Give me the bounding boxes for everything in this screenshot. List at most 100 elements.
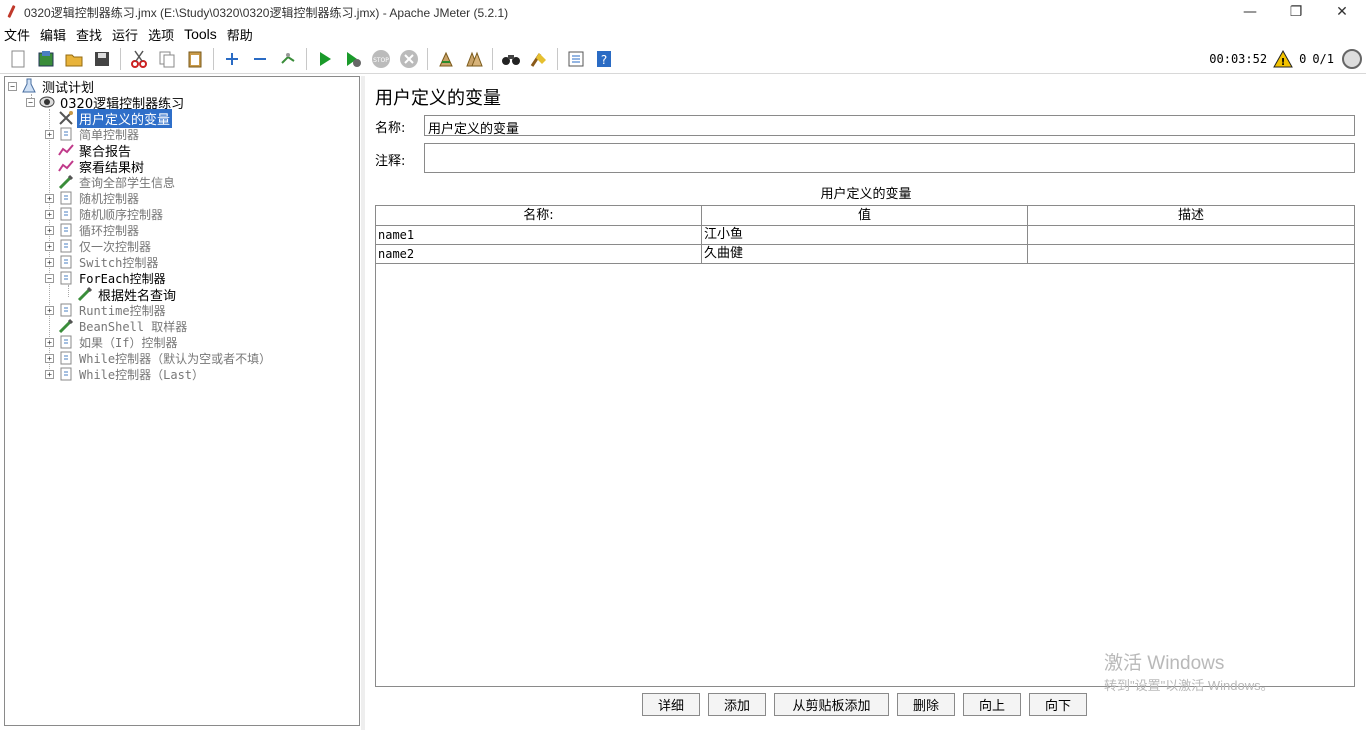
move-down-button[interactable]: 向下 (1029, 693, 1087, 716)
menu-edit[interactable]: 编辑 (40, 25, 66, 44)
tree-item-loop-controller[interactable]: + 循环控制器 (45, 222, 141, 238)
maximize-button[interactable]: ❐ (1273, 0, 1319, 24)
tree-item-query-by-name[interactable]: 根据姓名查询 (77, 286, 178, 304)
sampler-pipette-icon (58, 318, 74, 334)
start-icon[interactable] (314, 48, 336, 70)
controller-icon (58, 270, 74, 286)
table-row[interactable]: name2 久曲健 (376, 245, 1354, 264)
expand-toggle[interactable]: + (45, 129, 54, 139)
collapse-toggle[interactable]: − (45, 273, 54, 283)
expand-toggle[interactable]: + (45, 369, 54, 379)
tree-item-if-controller[interactable]: + 如果（If）控制器 (45, 334, 179, 350)
menu-run[interactable]: 运行 (112, 25, 138, 44)
save-icon[interactable] (91, 48, 113, 70)
panel-splitter[interactable] (361, 76, 365, 730)
controller-icon (58, 222, 74, 238)
start-no-pauses-icon[interactable] (342, 48, 364, 70)
clear-icon[interactable] (435, 48, 457, 70)
tree-item-switch-controller[interactable]: + Switch控制器 (45, 254, 160, 270)
shutdown-icon (398, 48, 420, 70)
tree-item-while-controller-last[interactable]: + While控制器（Last） (45, 366, 206, 382)
test-plan-icon (21, 78, 37, 94)
tree-item-random-controller[interactable]: + 随机控制器 (45, 190, 141, 206)
expand-toggle[interactable]: + (45, 305, 54, 315)
function-helper-icon[interactable] (565, 48, 587, 70)
cell-description[interactable] (1028, 226, 1354, 245)
tree-item-view-results-tree[interactable]: 察看结果树 (58, 158, 146, 176)
collapse-toggle[interactable]: − (8, 81, 17, 91)
toolbar: STOP ? 00:03:52 ! 0 0/1 (0, 44, 1366, 74)
controller-icon (58, 350, 74, 366)
expand-toggle[interactable]: + (45, 225, 54, 235)
paste-icon[interactable] (184, 48, 206, 70)
menu-options[interactable]: 选项 (148, 25, 174, 44)
close-button[interactable]: ✕ (1319, 0, 1365, 24)
add-from-clipboard-button[interactable]: 从剪贴板添加 (774, 693, 889, 716)
expand-toggle[interactable]: + (45, 241, 54, 251)
reset-search-icon[interactable] (528, 48, 550, 70)
cell-value[interactable]: 江小鱼 (702, 226, 1028, 245)
templates-icon[interactable] (35, 48, 57, 70)
tree-item-random-order-controller[interactable]: + 随机顺序控制器 (45, 206, 165, 222)
expand-toggle[interactable]: + (45, 193, 54, 203)
expand-toggle[interactable]: + (45, 353, 54, 363)
menu-search[interactable]: 查找 (76, 25, 102, 44)
menu-help[interactable]: 帮助 (227, 25, 253, 44)
tree-item-once-only-controller[interactable]: + 仅一次控制器 (45, 238, 153, 254)
elapsed-timer: 00:03:52 (1209, 52, 1268, 66)
toolbar-separator (120, 47, 121, 70)
open-icon[interactable] (63, 48, 85, 70)
sampler-pipette-icon (58, 174, 74, 190)
copy-icon[interactable] (156, 48, 178, 70)
toolbar-separator (306, 47, 307, 70)
svg-text:STOP: STOP (373, 57, 389, 64)
cell-value[interactable]: 久曲健 (702, 245, 1028, 264)
test-plan-tree[interactable]: − 测试计划 − 0320逻辑控制器练习 用户定义的变量 + 简单控制器 聚合报… (4, 76, 360, 726)
help-icon[interactable]: ? (593, 48, 615, 70)
comment-label: 注释: (375, 154, 406, 169)
name-label: 名称: (375, 121, 406, 136)
collapse-all-icon[interactable] (249, 48, 271, 70)
cut-icon[interactable] (128, 48, 150, 70)
cell-name[interactable]: name1 (376, 226, 702, 245)
expand-toggle[interactable]: + (45, 209, 54, 219)
activation-watermark-title: 激活 Windows (1104, 653, 1225, 674)
menu-file[interactable]: 文件 (4, 25, 30, 44)
collapse-toggle[interactable]: − (26, 97, 35, 107)
tree-item-while-controller-default[interactable]: + While控制器（默认为空或者不填） (45, 350, 273, 366)
toggle-icon[interactable] (277, 48, 299, 70)
active-threads: 0/1 (1312, 52, 1334, 66)
column-header-description[interactable]: 描述 (1028, 206, 1354, 226)
new-icon[interactable] (7, 48, 29, 70)
column-header-value[interactable]: 值 (702, 206, 1028, 226)
minimize-button[interactable]: — (1227, 0, 1273, 24)
controller-icon (58, 366, 74, 382)
name-input[interactable]: 用户定义的变量 (424, 115, 1355, 137)
tree-guide (68, 285, 69, 297)
delete-button[interactable]: 删除 (897, 693, 955, 716)
status-area: 00:03:52 ! 0 0/1 (1209, 48, 1362, 70)
window-title: 0320逻辑控制器练习.jmx (E:\Study\0320\0320逻辑控制器… (24, 5, 509, 20)
move-up-button[interactable]: 向上 (963, 693, 1021, 716)
table-row[interactable]: name1 江小鱼 (376, 226, 1354, 245)
listener-chart-icon (58, 158, 74, 174)
title-bar: 0320逻辑控制器练习.jmx (E:\Study\0320\0320逻辑控制器… (0, 0, 1366, 24)
tree-item-beanshell-sampler[interactable]: BeanShell 取样器 (58, 318, 189, 334)
expand-toggle[interactable]: + (45, 257, 54, 267)
comment-input[interactable] (424, 143, 1355, 173)
detail-button[interactable]: 详细 (642, 693, 700, 716)
cell-description[interactable] (1028, 245, 1354, 264)
search-icon[interactable] (500, 48, 522, 70)
tree-item-user-defined-variables[interactable]: 用户定义的变量 (58, 108, 173, 128)
expand-toggle[interactable]: + (45, 337, 54, 347)
expand-all-icon[interactable] (221, 48, 243, 70)
column-header-name[interactable]: 名称: (376, 206, 702, 226)
variables-table[interactable]: 名称: 值 描述 name1 江小鱼 name2 久曲健 (375, 205, 1355, 687)
cell-name[interactable]: name2 (376, 245, 702, 264)
clear-all-icon[interactable] (463, 48, 485, 70)
menu-tools[interactable]: Tools (184, 26, 217, 42)
tree-item-query-all-students[interactable]: 查询全部学生信息 (58, 174, 177, 190)
warning-icon[interactable]: ! (1273, 49, 1293, 68)
add-button[interactable]: 添加 (708, 693, 766, 716)
tree-item-runtime-controller[interactable]: + Runtime控制器 (45, 302, 168, 318)
